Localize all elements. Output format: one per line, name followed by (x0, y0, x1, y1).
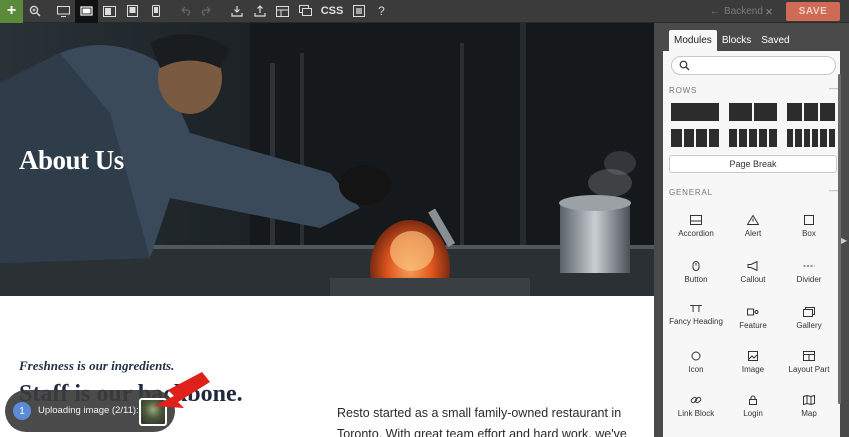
panel-edge (840, 23, 849, 437)
module-label: Image (741, 365, 765, 374)
module-alert[interactable]: Alert (724, 215, 782, 238)
tab-blocks[interactable]: Blocks (717, 30, 756, 51)
help-button[interactable]: ? (370, 0, 393, 23)
module-label: Callout (740, 275, 766, 284)
module-label: Map (801, 409, 817, 418)
tablet-landscape-icon[interactable] (98, 0, 121, 23)
zoom-icon[interactable] (23, 0, 46, 23)
columns-icon[interactable] (347, 0, 370, 23)
close-icon[interactable]: × (762, 0, 776, 23)
megaphone-icon (747, 261, 758, 271)
general-collapse[interactable]: — (829, 185, 838, 195)
module-button[interactable]: Button (667, 261, 725, 284)
row-1col[interactable] (671, 103, 719, 121)
css-button[interactable]: CSS (317, 0, 347, 23)
lock-icon (749, 395, 757, 405)
module-login[interactable]: Login (724, 395, 782, 418)
page-builder: + CSS ? ← Backend × SAVE About Us Freshn… (0, 0, 849, 437)
module-box[interactable]: Box (780, 215, 838, 238)
search-icon (679, 60, 690, 71)
backend-label: Backend (724, 6, 763, 17)
rows-header: ROWS (669, 86, 698, 95)
laptop-view-icon[interactable] (75, 0, 98, 23)
upload-count-badge: 1 (13, 402, 31, 420)
module-label: Alert (744, 229, 762, 238)
link-icon (690, 396, 702, 404)
hero-image[interactable]: About Us (0, 23, 654, 296)
accordion-icon (690, 215, 702, 225)
upload-toast: 1 Uploading image (2/11): (5, 390, 175, 432)
module-gallery[interactable]: Gallery (780, 307, 838, 330)
button-icon (692, 261, 700, 271)
red-arrow-icon (154, 372, 210, 408)
save-button[interactable]: SAVE (786, 2, 840, 21)
tablet-portrait-icon[interactable] (121, 0, 144, 23)
row-5col[interactable] (729, 129, 777, 147)
image-icon (748, 351, 758, 361)
row-3col[interactable] (787, 103, 836, 121)
row-4col[interactable] (671, 129, 719, 147)
panel-tabs: Modules Blocks Saved (663, 23, 840, 51)
page-break-button[interactable]: Page Break (669, 155, 837, 173)
page-canvas: About Us Freshness is our ingredients. S… (0, 23, 654, 437)
svg-text:TT: TT (690, 304, 702, 313)
alert-icon (747, 215, 759, 225)
mobile-view-icon[interactable] (144, 0, 167, 23)
module-search-input[interactable] (671, 56, 836, 75)
module-label: Link Block (677, 409, 715, 418)
gallery-icon (803, 307, 815, 317)
feature-icon (747, 308, 759, 316)
module-accordion[interactable]: Accordion (667, 215, 725, 238)
module-label: Divider (796, 275, 822, 284)
tab-modules[interactable]: Modules (669, 30, 717, 51)
module-fancy-heading[interactable]: TT Fancy Heading (667, 303, 725, 326)
general-header: GENERAL (669, 188, 713, 197)
layout-icon[interactable] (271, 0, 294, 23)
module-layout-part[interactable]: Layout Part (780, 351, 838, 374)
add-icon[interactable]: + (0, 0, 23, 23)
module-label: Gallery (796, 321, 822, 330)
divider-icon (803, 265, 815, 267)
backend-link[interactable]: ← Backend (710, 0, 763, 23)
module-image[interactable]: Image (724, 351, 782, 374)
module-icon[interactable]: Icon (667, 351, 725, 374)
module-label: Icon (688, 365, 704, 374)
heading-icon: TT (690, 304, 702, 313)
tab-saved[interactable]: Saved (756, 30, 794, 51)
map-icon (803, 395, 815, 405)
module-link-block[interactable]: Link Block (667, 395, 725, 418)
module-map[interactable]: Map (780, 395, 838, 418)
import-icon[interactable] (225, 0, 248, 23)
duplicate-icon[interactable] (294, 0, 317, 23)
module-label: Layout Part (788, 365, 830, 374)
export-icon[interactable] (248, 0, 271, 23)
desktop-view-icon[interactable] (52, 0, 75, 23)
rows-collapse[interactable]: — (829, 83, 838, 93)
upload-status: Uploading image (2/11): (38, 405, 139, 416)
box-icon (804, 215, 814, 225)
module-label: Feature (739, 321, 767, 330)
body-paragraph: Resto started as a small family-owned re… (337, 406, 627, 437)
module-feature[interactable]: Feature (724, 307, 782, 330)
redo-icon[interactable] (196, 0, 219, 23)
circle-icon (691, 351, 701, 361)
undo-icon[interactable] (173, 0, 196, 23)
hero-title: About Us (19, 145, 124, 175)
module-label: Accordion (678, 229, 714, 238)
module-label: Button (684, 275, 708, 284)
row-2col[interactable] (729, 103, 777, 121)
arrow-left-icon: ← (710, 6, 720, 17)
module-label: Fancy Heading (669, 317, 723, 326)
modules-panel: Modules Blocks Saved ROWS — Page Break G… (654, 23, 849, 437)
panel-toggle-icon[interactable]: ▶ (841, 236, 847, 245)
layout-part-icon (803, 351, 815, 361)
row-6col[interactable] (787, 129, 835, 147)
module-divider[interactable]: Divider (780, 261, 838, 284)
module-callout[interactable]: Callout (724, 261, 782, 284)
module-label: Box (802, 229, 816, 238)
module-label: Login (743, 409, 763, 418)
